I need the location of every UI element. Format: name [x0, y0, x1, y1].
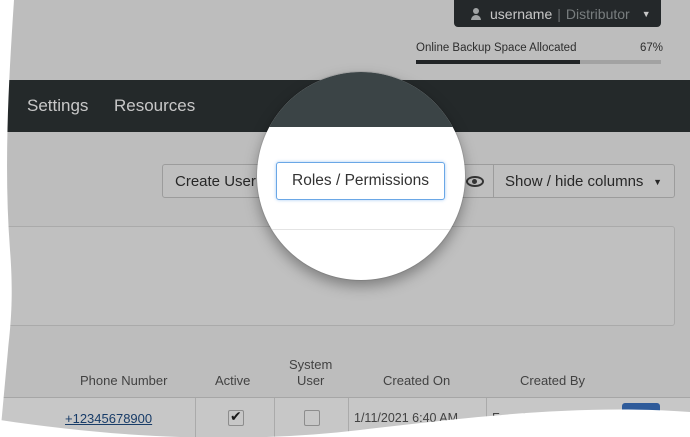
- show-hide-columns-button[interactable]: Show / hide columns ▼: [493, 164, 675, 198]
- backup-space-percent: 67%: [640, 42, 664, 54]
- row-settings-button[interactable]: [622, 403, 660, 437]
- user-icon: [470, 7, 482, 20]
- created-on-cell: 1/11/2021 6:40 AM: [354, 411, 459, 425]
- gear-icon: [635, 413, 648, 426]
- column-header-system-user-line2: User: [296, 373, 325, 388]
- backup-space-bar: [416, 60, 661, 64]
- caret-down-icon: ▼: [653, 177, 662, 187]
- cell-divider: [274, 398, 275, 437]
- eye-icon: [466, 175, 484, 187]
- created-by-cell: Free St: [492, 411, 533, 425]
- magnified-panel-edge: [257, 229, 465, 230]
- nav-item-resources[interactable]: Resources: [114, 96, 195, 116]
- column-header-active[interactable]: Active: [215, 373, 250, 389]
- magnifier-lens: Roles / Permissions: [257, 72, 465, 280]
- phone-number-link[interactable]: +12345678900: [65, 411, 152, 426]
- user-menu[interactable]: username | Distributor ▼: [454, 0, 661, 27]
- backup-space-label: Online Backup Space Allocated: [416, 42, 577, 54]
- caret-down-icon: ▼: [641, 8, 651, 19]
- column-header-phone[interactable]: Phone Number: [80, 373, 167, 389]
- username: username: [490, 5, 553, 22]
- column-header-created-on[interactable]: Created On: [383, 373, 450, 389]
- backup-space-bar-fill: [416, 60, 581, 64]
- nav-item-settings[interactable]: Settings: [27, 96, 88, 116]
- column-header-created-by[interactable]: Created By: [520, 373, 585, 389]
- cell-divider: [348, 398, 349, 437]
- magnified-navbar: [257, 72, 465, 127]
- show-hide-columns-label: Show / hide columns: [505, 172, 644, 190]
- column-header-system-user[interactable]: System User: [289, 357, 332, 389]
- user-menu-separator: |: [557, 5, 561, 22]
- active-checkbox[interactable]: [228, 408, 244, 426]
- cell-divider: [486, 398, 487, 437]
- create-user-button[interactable]: Create User: [162, 164, 262, 198]
- app-screen: username | Distributor ▼ Online Backup S…: [0, 0, 690, 437]
- cell-divider: [195, 398, 196, 437]
- system-user-checkbox[interactable]: [304, 410, 320, 426]
- user-role: Distributor: [565, 5, 630, 22]
- roles-permissions-button[interactable]: Roles / Permissions: [276, 162, 445, 200]
- column-header-system-user-line1: System: [289, 357, 333, 372]
